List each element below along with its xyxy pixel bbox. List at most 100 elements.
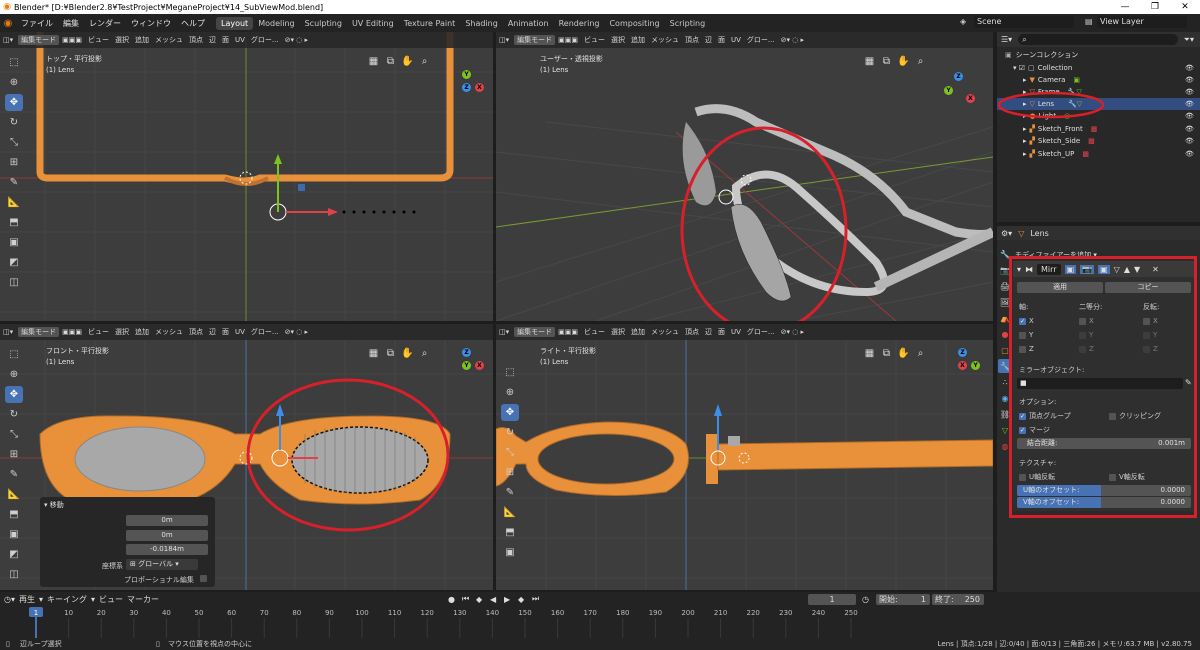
- proportional-edit-checkbox[interactable]: [200, 575, 207, 582]
- menu-edge[interactable]: 辺: [206, 327, 219, 337]
- menu-add[interactable]: 追加: [132, 35, 152, 45]
- menu-face[interactable]: 面: [219, 327, 232, 337]
- rotate-tool-icon[interactable]: ↻: [501, 424, 519, 441]
- eye-icon[interactable]: 👁: [1185, 137, 1194, 145]
- loopcut-tool-icon[interactable]: ◫: [5, 566, 23, 583]
- menu-file[interactable]: ファイル: [16, 18, 58, 29]
- zoom-icon[interactable]: ⌕: [913, 346, 928, 361]
- move-tool-icon[interactable]: ✥: [5, 386, 23, 403]
- menu-add[interactable]: 追加: [132, 327, 152, 337]
- menu-window[interactable]: ウィンドウ: [126, 18, 176, 29]
- scale-tool-icon[interactable]: ⤡: [5, 426, 23, 443]
- menu-edge[interactable]: 辺: [702, 35, 715, 45]
- grid-toggle-icon[interactable]: ▦: [366, 346, 381, 361]
- play-icon[interactable]: ▶: [504, 595, 510, 604]
- bevel-tool-icon[interactable]: ◩: [5, 546, 23, 563]
- move-tool-icon[interactable]: ✥: [501, 404, 519, 421]
- orientation-dropdown[interactable]: グロー...: [744, 327, 778, 337]
- pivot-snap-icons[interactable]: ⊘▾ ◌ ▸: [282, 328, 311, 336]
- menu-view[interactable]: ビュー: [581, 35, 608, 45]
- transform-tool-icon[interactable]: ⊞: [5, 154, 23, 171]
- menu-view[interactable]: ビュー: [581, 327, 608, 337]
- maximize-icon[interactable]: ❐: [1140, 0, 1170, 14]
- editor-type-icon[interactable]: ◫▾: [496, 36, 512, 44]
- workspace-tab-compositing[interactable]: Compositing: [604, 17, 664, 30]
- rotate-tool-icon[interactable]: ↻: [5, 114, 23, 131]
- minimize-icon[interactable]: —: [1110, 0, 1140, 14]
- prev-key-icon[interactable]: ◆: [476, 595, 482, 604]
- pivot-snap-icons[interactable]: ⊘▾ ◌ ▸: [282, 36, 311, 44]
- menu-uv[interactable]: UV: [232, 328, 248, 336]
- record-icon[interactable]: ●: [448, 595, 455, 604]
- play-reverse-icon[interactable]: ◀: [490, 595, 496, 604]
- menu-add[interactable]: 追加: [628, 35, 648, 45]
- scene-selector[interactable]: Scene: [974, 16, 1074, 28]
- select-tool-icon[interactable]: ⬚: [5, 54, 23, 71]
- viewport-top[interactable]: ◫▾ 編集モード ▣▣▣ ビュー 選択 追加 メッシュ 頂点 辺 面 UV グロ…: [0, 32, 493, 321]
- transform-tool-icon[interactable]: ⊞: [5, 446, 23, 463]
- editor-type-icon[interactable]: ⚙▾: [1001, 229, 1012, 238]
- workspace-tab-sculpting[interactable]: Sculpting: [300, 17, 347, 30]
- eye-icon[interactable]: 👁: [1185, 76, 1194, 84]
- zoom-icon[interactable]: ⌕: [913, 54, 928, 69]
- menu-select[interactable]: 選択: [112, 35, 132, 45]
- cursor-tool-icon[interactable]: ⊕: [501, 384, 519, 401]
- current-frame-field[interactable]: 1: [808, 593, 856, 605]
- mode-dropdown[interactable]: 編集モード: [514, 35, 556, 45]
- mode-dropdown[interactable]: 編集モード: [18, 35, 60, 45]
- menu-view[interactable]: ビュー: [99, 594, 123, 605]
- menu-uv[interactable]: UV: [728, 328, 744, 336]
- annotate-tool-icon[interactable]: ✎: [5, 466, 23, 483]
- start-frame-field[interactable]: 開始: 1: [876, 593, 930, 605]
- timeline-ruler[interactable]: 1 10 20 30 40 50 60 70 80 90 100 110 120 130 140 150 160…: [0, 606, 1200, 638]
- editor-type-icon[interactable]: ◫▾: [496, 328, 512, 336]
- outliner-item-sketch-front[interactable]: ▸ ▞ Sketch_Front ▩ 👁: [997, 123, 1200, 135]
- menu-marker[interactable]: マーカー: [127, 594, 159, 605]
- navigation-gizmo[interactable]: Y X Z: [448, 70, 484, 106]
- orientation-dropdown[interactable]: ⊞ グローバル ▾: [126, 559, 198, 570]
- zoom-icon[interactable]: ⌕: [417, 346, 432, 361]
- workspace-tab-rendering[interactable]: Rendering: [554, 17, 605, 30]
- navigation-gizmo[interactable]: Z X Y: [448, 348, 484, 384]
- inset-tool-icon[interactable]: ▣: [501, 544, 519, 561]
- annotate-tool-icon[interactable]: ✎: [501, 484, 519, 501]
- select-mode-vertex-icon[interactable]: ▣▣▣: [555, 328, 581, 336]
- grid-toggle-icon[interactable]: ▦: [366, 54, 381, 69]
- menu-face[interactable]: 面: [219, 35, 232, 45]
- menu-view[interactable]: ビュー: [85, 327, 112, 337]
- outliner-item-sketch-up[interactable]: ▸ ▞ Sketch_UP ▩ 👁: [997, 148, 1200, 160]
- select-mode-vertex-icon[interactable]: ▣▣▣: [59, 328, 85, 336]
- editor-type-icon[interactable]: ◫▾: [0, 328, 16, 336]
- menu-edge[interactable]: 辺: [702, 327, 715, 337]
- measure-tool-icon[interactable]: 📐: [5, 194, 23, 211]
- eye-icon[interactable]: 👁: [1185, 64, 1194, 72]
- camera-view-icon[interactable]: ⧉: [383, 54, 398, 69]
- menu-mesh[interactable]: メッシュ: [648, 327, 682, 337]
- menu-playback[interactable]: 再生: [19, 594, 35, 605]
- menu-keying[interactable]: キーイング: [47, 594, 87, 605]
- menu-mesh[interactable]: メッシュ: [152, 35, 186, 45]
- menu-uv[interactable]: UV: [728, 36, 744, 44]
- scale-tool-icon[interactable]: ⤡: [501, 444, 519, 461]
- filter-icon[interactable]: ⏷▾: [1184, 35, 1200, 45]
- menu-select[interactable]: 選択: [608, 327, 628, 337]
- select-mode-vertex-icon[interactable]: ▣▣▣: [59, 36, 85, 44]
- extrude-tool-icon[interactable]: ⬒: [5, 506, 23, 523]
- eye-icon[interactable]: 👁: [1185, 125, 1194, 133]
- outliner-item-camera[interactable]: ▸ ▼ Camera ▣ 👁: [997, 74, 1200, 86]
- editor-type-icon[interactable]: ◫▾: [0, 36, 16, 44]
- workspace-tab-modeling[interactable]: Modeling: [253, 17, 299, 30]
- view-layer-icon[interactable]: ▤: [1085, 17, 1093, 26]
- select-tool-icon[interactable]: ⬚: [501, 364, 519, 381]
- transform-tool-icon[interactable]: ⊞: [501, 464, 519, 481]
- select-tool-icon[interactable]: ⬚: [5, 346, 23, 363]
- menu-vertex[interactable]: 頂点: [186, 327, 206, 337]
- extrude-tool-icon[interactable]: ⬒: [5, 214, 23, 231]
- annotate-tool-icon[interactable]: ✎: [5, 174, 23, 191]
- editor-type-icon[interactable]: ◷▾: [4, 595, 15, 604]
- scene-icon[interactable]: ◈: [960, 17, 966, 26]
- pan-hand-icon[interactable]: ✋: [400, 54, 415, 69]
- menu-face[interactable]: 面: [715, 35, 728, 45]
- inset-tool-icon[interactable]: ▣: [5, 234, 23, 251]
- redo-panel-title[interactable]: ▾ 移動: [44, 500, 64, 510]
